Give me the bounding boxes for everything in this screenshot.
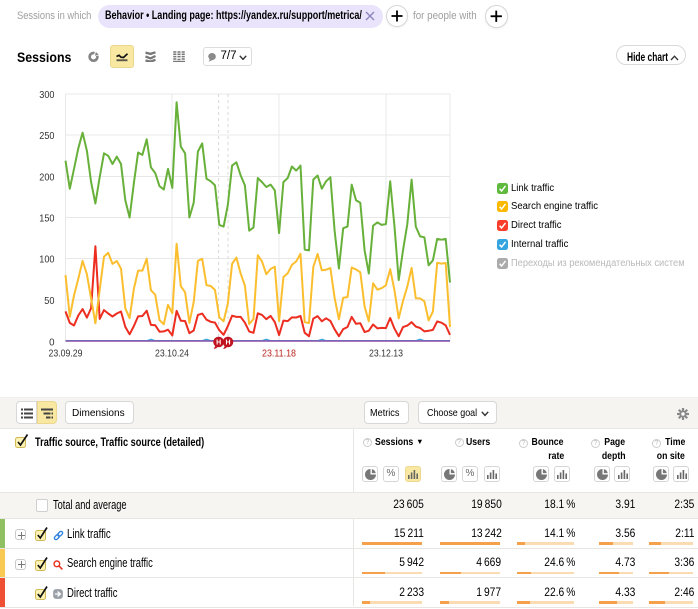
- svg-text:300: 300: [39, 89, 54, 101]
- svg-text:H: H: [225, 340, 230, 347]
- svg-text:250: 250: [39, 130, 54, 142]
- svg-text:150: 150: [39, 213, 54, 225]
- svg-text:23.11.18: 23.11.18: [262, 348, 296, 360]
- svg-text:H: H: [216, 340, 221, 347]
- svg-text:23.10.24: 23.10.24: [155, 348, 189, 360]
- svg-text:50: 50: [44, 295, 54, 307]
- svg-text:100: 100: [39, 254, 54, 266]
- svg-text:23.09.29: 23.09.29: [49, 348, 83, 360]
- svg-text:200: 200: [39, 171, 54, 183]
- svg-text:23.12.13: 23.12.13: [369, 348, 403, 360]
